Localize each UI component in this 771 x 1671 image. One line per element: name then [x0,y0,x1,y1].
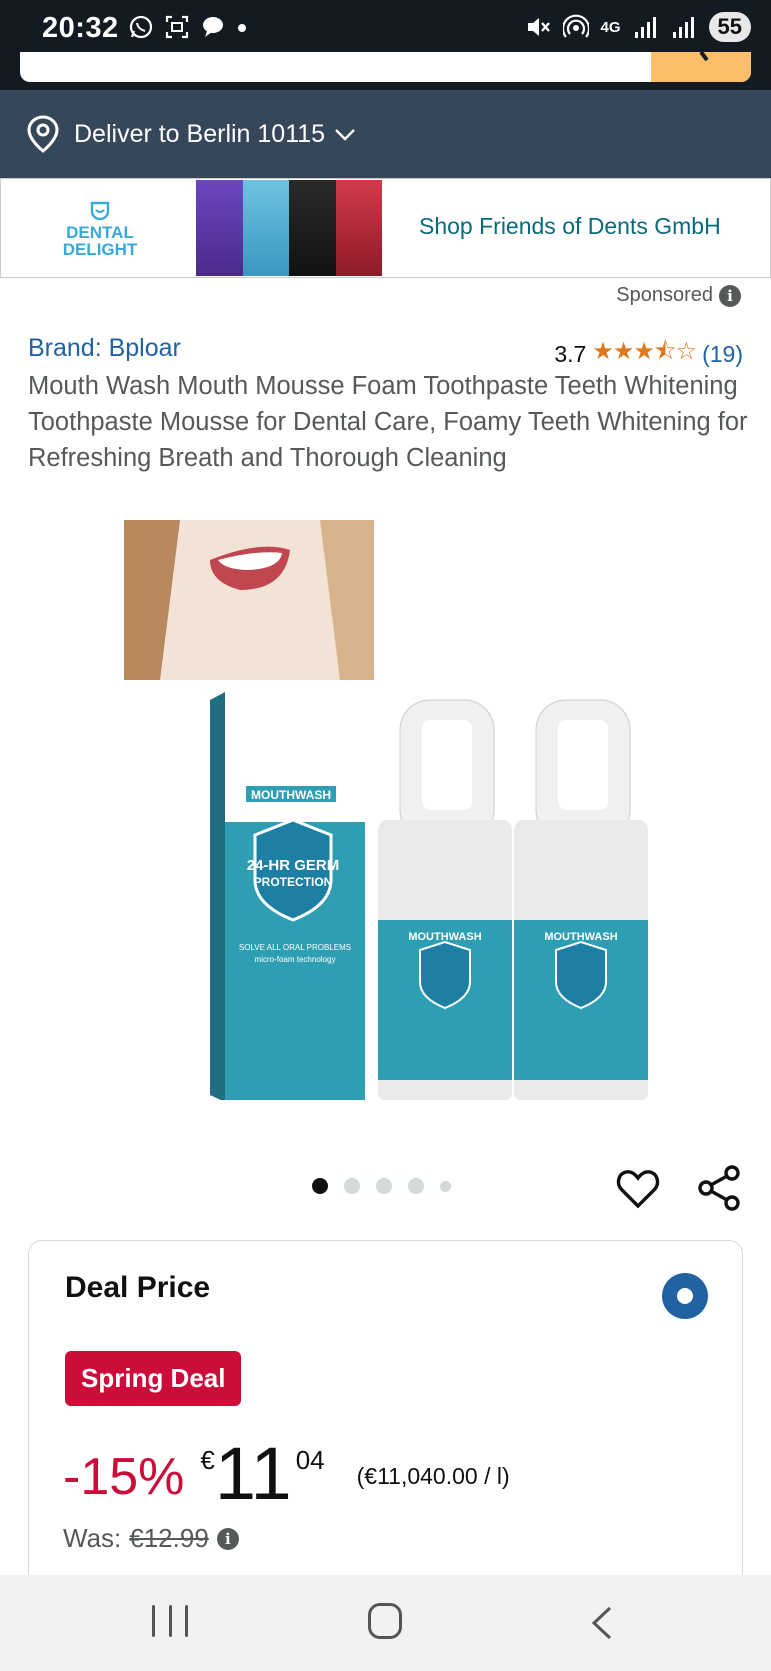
unit-price: (€11,040.00 / l) [356,1463,510,1489]
location-pin-icon [27,115,59,153]
sponsored-brand-banner[interactable]: DENTAL DELIGHT Shop Friends of Dents Gmb… [0,178,771,278]
banner-product-images[interactable] [196,180,382,276]
info-icon[interactable]: i [216,1527,239,1550]
recent-apps-icon [185,1605,188,1637]
review-count[interactable]: (19) [702,341,743,368]
brand-link[interactable]: Brand: Bploar [28,334,181,363]
4g-icon: 4G [600,18,621,36]
recent-apps-icon [152,1605,155,1637]
search-icon [699,52,709,62]
sponsored-label[interactable]: Sponsored i [616,284,741,307]
discount-percent: -15% [63,1448,185,1506]
box-tech-text: micro-foam technology [255,955,336,964]
system-navigation-bar [0,1575,771,1671]
rating-value: 3.7 [554,341,587,367]
box-shield-sub: PROTECTION [254,875,333,889]
price-currency: € [200,1445,215,1475]
status-notification-icons [128,14,248,40]
banner-image-black [289,180,336,276]
was-label: Was: [63,1523,122,1553]
carousel-dot[interactable] [344,1178,360,1194]
sponsored-text: Sponsored [616,284,713,306]
product-main-image[interactable]: MOUTHWASH 24-HR GERM PROTECTION SOLVE AL… [120,520,660,1100]
price-whole: 11 [214,1432,292,1515]
radio-dot [677,1288,693,1304]
chat-icon [203,17,223,37]
deal-radio-selected[interactable] [662,1273,708,1319]
carousel-dot-active[interactable] [312,1178,328,1194]
share-icon[interactable] [696,1164,742,1212]
brand-logo-text: DENTAL DELIGHT [62,223,138,259]
shop-link[interactable]: Shop Friends of Dents GmbH [419,213,721,240]
image-carousel-dots[interactable] [312,1178,451,1194]
recent-apps-icon [168,1605,172,1637]
brand-logo[interactable]: DENTAL DELIGHT [61,201,139,258]
heart-icon[interactable] [616,1166,660,1210]
price-row: -15% € 11 04 (€11,040.00 / l) [63,1433,510,1511]
carousel-dot[interactable] [408,1178,424,1194]
battery-indicator: 55 [708,12,751,42]
status-time: 20:32 [42,12,119,44]
mute-icon [527,18,550,36]
status-system-icons: 4G 55 [525,12,751,42]
screenshot-icon [165,15,189,39]
was-price: €12.99 [129,1523,209,1553]
box-label-text: MOUTHWASH [251,788,331,802]
banner-image-red [335,180,382,276]
status-bar: 20:32 4G 55 [0,0,771,58]
product-title: Mouth Wash Mouth Mousse Foam Toothpaste … [28,372,748,472]
signal-icon [634,17,656,38]
tooth-icon [90,201,110,221]
delivery-location-bar[interactable]: Deliver to Berlin 10115 [0,90,771,178]
whatsapp-icon [129,15,153,39]
search-button[interactable] [651,52,751,82]
signal-icon [672,17,694,38]
hotspot-icon [562,14,589,38]
chevron-down-icon [335,129,355,141]
carousel-dot[interactable] [440,1180,451,1192]
info-icon[interactable]: i [719,284,741,307]
delivery-location-text: Deliver to Berlin 10115 [74,119,326,148]
home-button[interactable] [368,1603,402,1639]
deal-price-title: Deal Price [65,1271,211,1304]
box-shield-main: 24-HR GERM [247,857,340,874]
was-price-row: Was: €12.99 i [63,1523,239,1554]
banner-image-teal [242,180,289,276]
search-input[interactable] [20,52,751,82]
banner-image-purple [196,180,243,276]
back-icon[interactable] [586,1605,618,1641]
dot-icon [238,24,246,32]
spring-deal-badge: Spring Deal [65,1351,242,1406]
price-fraction: 04 [295,1445,325,1475]
carousel-dot[interactable] [376,1178,392,1194]
recent-apps-button[interactable] [152,1605,188,1639]
box-claim-text: SOLVE ALL ORAL PROBLEMS [239,943,351,952]
